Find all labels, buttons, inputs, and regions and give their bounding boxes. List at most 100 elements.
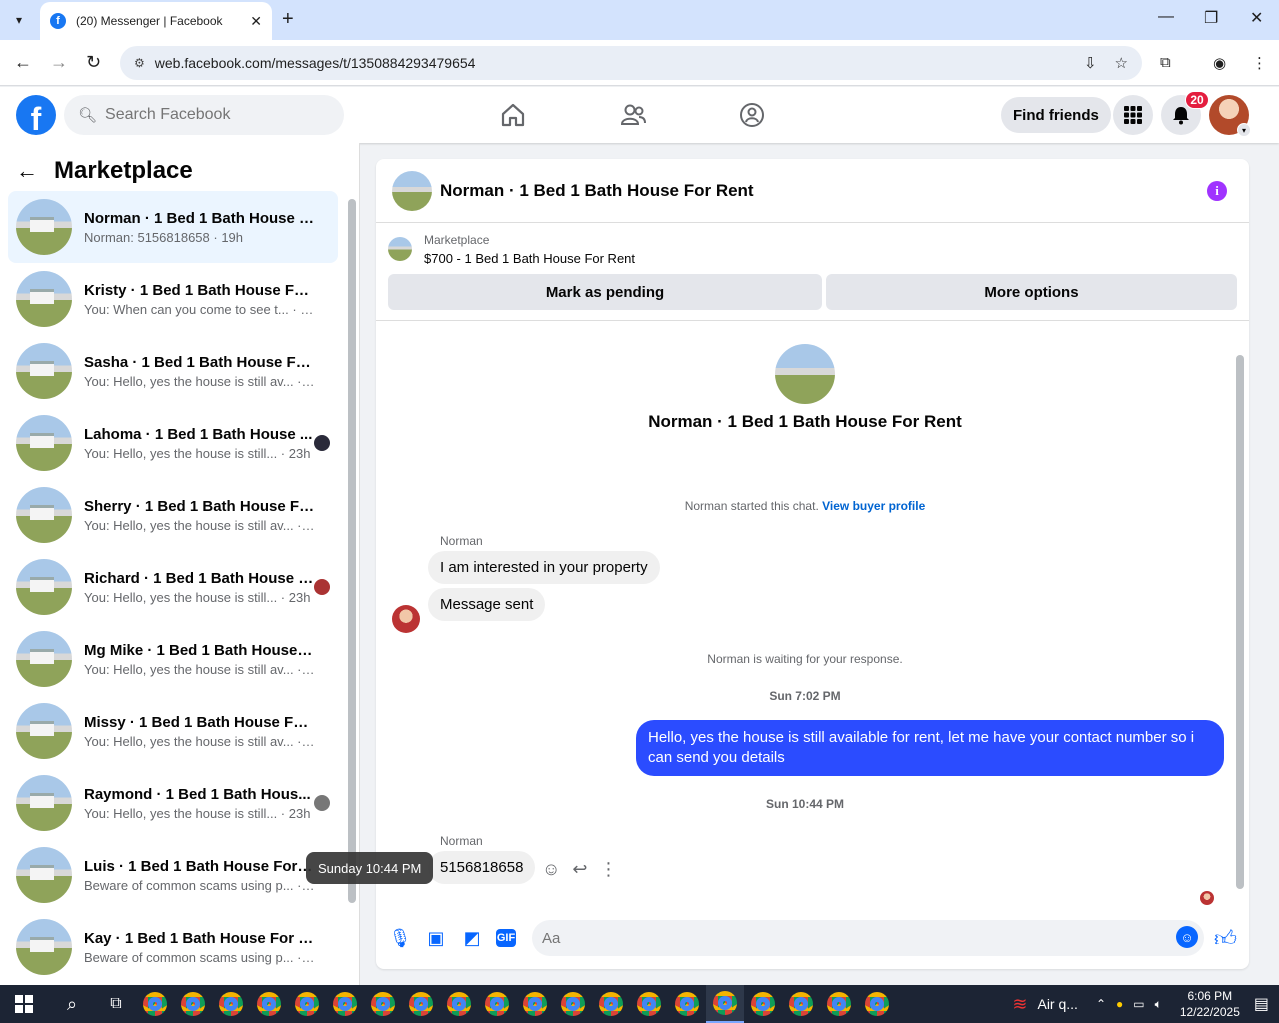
chrome-taskbar-icon[interactable] [858, 985, 896, 1023]
tab-close-icon[interactable]: ✕ [250, 13, 262, 30]
air-quality-text[interactable]: Air q... [1037, 996, 1077, 1012]
more-options-button[interactable]: More options [826, 274, 1237, 310]
conversation-item[interactable]: Raymond · 1 Bed 1 Bath Hous... You: Hell… [8, 767, 338, 839]
forward-icon[interactable]: → [50, 52, 68, 73]
chrome-taskbar-icon[interactable] [820, 985, 858, 1023]
chat-scrollbar[interactable] [1236, 355, 1244, 889]
conversation-item[interactable]: Luis · 1 Bed 1 Bath House For Rent Bewar… [8, 839, 338, 911]
search-icon: 🔍︎ [78, 107, 98, 124]
conversation-item[interactable]: Kristy · 1 Bed 1 Bath House For R... You… [8, 263, 338, 335]
chat-title[interactable]: Norman · 1 Bed 1 Bath House For Rent [440, 181, 754, 201]
incoming-message[interactable]: I am interested in your property [428, 551, 660, 584]
chrome-taskbar-icon[interactable] [554, 985, 592, 1023]
sidebar-scrollbar[interactable] [348, 199, 356, 903]
react-icon[interactable]: ☺ [542, 859, 560, 880]
view-buyer-profile-link[interactable]: View buyer profile [822, 499, 925, 513]
groups-icon[interactable] [738, 101, 766, 129]
bookmark-star-icon[interactable]: ☆ [1115, 54, 1128, 72]
reload-icon[interactable]: ↻ [86, 52, 101, 73]
search-input[interactable] [105, 106, 326, 124]
sender-avatar[interactable] [392, 605, 420, 633]
chrome-taskbar-icon[interactable] [516, 985, 554, 1023]
sticker-icon[interactable]: ◩ [460, 926, 484, 950]
account-avatar[interactable]: ▾ [1209, 95, 1251, 137]
back-arrow-icon[interactable]: ← [16, 158, 38, 184]
menu-grid-button[interactable] [1113, 95, 1153, 135]
tab-search-icon[interactable]: ▾ [6, 7, 32, 33]
chrome-taskbar-icon[interactable] [440, 985, 478, 1023]
start-button[interactable] [0, 985, 48, 1023]
emoji-icon[interactable]: ☺ [1176, 926, 1198, 948]
taskbar-search-icon[interactable]: ⌕ [48, 994, 96, 1015]
conversation-name: Kay · 1 Bed 1 Bath House For Rent [84, 929, 316, 947]
chrome-taskbar-icon[interactable] [174, 985, 212, 1023]
chrome-taskbar-icon[interactable] [630, 985, 668, 1023]
extensions-icon[interactable]: ⧉ [1160, 54, 1171, 71]
network-icon[interactable]: ▭ [1133, 997, 1144, 1011]
chrome-taskbar-icon[interactable] [706, 985, 744, 1023]
chrome-taskbar-icon[interactable] [668, 985, 706, 1023]
gif-icon[interactable]: GIF [496, 929, 516, 947]
listing-thumbnail [16, 703, 72, 759]
facebook-search[interactable]: 🔍︎ [64, 95, 344, 135]
listing-summary[interactable]: Marketplace $700 - 1 Bed 1 Bath House Fo… [388, 233, 635, 266]
more-icon[interactable]: ⋮ [599, 859, 617, 880]
mark-as-pending-button[interactable]: Mark as pending [388, 274, 822, 310]
site-info-icon[interactable]: ⚙ [134, 56, 145, 70]
message-input[interactable] [542, 929, 1142, 947]
chrome-taskbar-icon[interactable] [364, 985, 402, 1023]
home-icon[interactable] [499, 101, 527, 129]
conversation-item[interactable]: Norman · 1 Bed 1 Bath House Fo... Norman… [8, 191, 338, 263]
conversation-item[interactable]: Sasha · 1 Bed 1 Bath House For R... You:… [8, 335, 338, 407]
install-app-icon[interactable]: ⇩ [1084, 54, 1097, 72]
omnibox[interactable]: ⚙ web.facebook.com/messages/t/1350884293… [120, 46, 1142, 80]
chat-avatar[interactable] [392, 170, 432, 211]
chrome-taskbar-icon[interactable] [478, 985, 516, 1023]
profile-icon[interactable]: ◉ [1213, 54, 1226, 72]
chrome-taskbar-icon[interactable] [250, 985, 288, 1023]
notification-center-icon[interactable]: ▤ [1254, 994, 1269, 1014]
volume-icon[interactable]: 🔈︎ [1155, 997, 1162, 1012]
chrome-taskbar-icon[interactable] [136, 985, 174, 1023]
photo-icon[interactable]: ▣ [424, 926, 448, 950]
incoming-message[interactable]: 5156818658 [428, 851, 536, 884]
chrome-taskbar-icon[interactable] [212, 985, 250, 1023]
tab-title: (20) Messenger | Facebook [76, 14, 223, 28]
tray-chevron-icon[interactable]: ⌃ [1096, 997, 1106, 1011]
info-icon[interactable]: i [1207, 181, 1227, 201]
conversation-item[interactable]: Missy · 1 Bed 1 Bath House For R... You:… [8, 695, 338, 767]
microphone-icon[interactable]: 🎙︎ [388, 926, 412, 950]
browser-tabbar: ▾ f (20) Messenger | Facebook ✕ + — ❐ ✕ [0, 0, 1279, 40]
new-tab-icon[interactable]: + [282, 8, 294, 31]
browser-menu-icon[interactable]: ⋮ [1252, 54, 1267, 72]
restore-icon[interactable]: ❐ [1204, 8, 1218, 28]
like-icon[interactable]: 👍︎ [1214, 925, 1237, 952]
incoming-message[interactable]: Message sent [428, 588, 546, 621]
conversation-item[interactable]: Lahoma · 1 Bed 1 Bath House ... You: Hel… [8, 407, 338, 479]
tray-app-icon[interactable]: ● [1116, 997, 1123, 1011]
facebook-logo-icon[interactable]: f [16, 95, 56, 135]
page-scrollbar[interactable] [1266, 90, 1278, 980]
browser-tab[interactable]: f (20) Messenger | Facebook ✕ [40, 2, 272, 40]
minimize-icon[interactable]: — [1158, 8, 1174, 26]
conversation-item[interactable]: Sherry · 1 Bed 1 Bath House For ... You:… [8, 479, 338, 551]
friends-icon[interactable] [619, 101, 647, 129]
outgoing-message[interactable]: Hello, yes the house is still available … [636, 720, 1224, 776]
reply-icon[interactable]: ↩ [572, 859, 587, 880]
task-view-icon[interactable]: ⧉ [96, 995, 136, 1013]
find-friends-button[interactable]: Find friends [1001, 97, 1111, 133]
chrome-taskbar-icon[interactable] [402, 985, 440, 1023]
back-icon[interactable]: ← [14, 52, 32, 73]
divider [376, 320, 1249, 321]
conversation-item[interactable]: Mg Mike · 1 Bed 1 Bath House F... You: H… [8, 623, 338, 695]
window-close-icon[interactable]: ✕ [1250, 8, 1263, 28]
message-input-wrapper[interactable]: ☺ [532, 920, 1204, 956]
conversation-item[interactable]: Kay · 1 Bed 1 Bath House For Rent Beware… [8, 911, 338, 983]
chrome-taskbar-icon[interactable] [326, 985, 364, 1023]
chrome-taskbar-icon[interactable] [744, 985, 782, 1023]
chrome-taskbar-icon[interactable] [782, 985, 820, 1023]
clock[interactable]: 6:06 PM 12/22/2025 [1180, 988, 1240, 1020]
chrome-taskbar-icon[interactable] [288, 985, 326, 1023]
conversation-item[interactable]: Richard · 1 Bed 1 Bath House F... You: H… [8, 551, 338, 623]
chrome-taskbar-icon[interactable] [592, 985, 630, 1023]
